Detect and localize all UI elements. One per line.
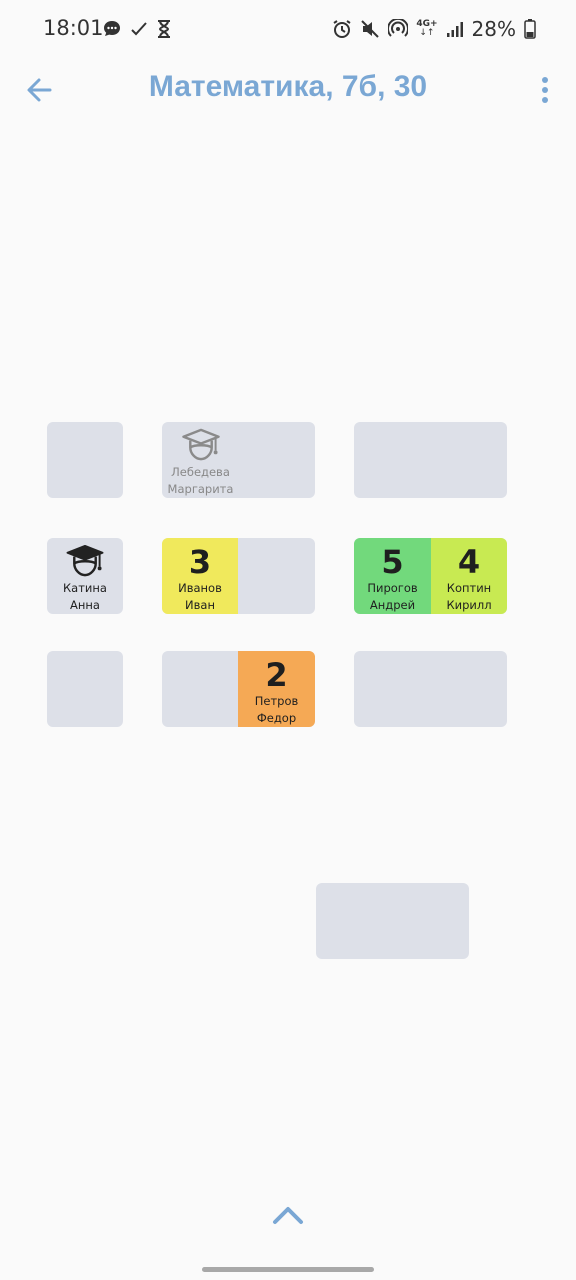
hourglass-icon	[156, 19, 172, 39]
desk-r3-c1[interactable]	[47, 651, 123, 727]
more-vert-icon	[542, 77, 548, 103]
check-icon	[130, 20, 148, 38]
student-surname: Петров	[254, 694, 299, 708]
desk-r2-c1[interactable]: Катина Анна	[47, 538, 123, 614]
seat-petrov[interactable]: 2 Петров Федор	[238, 651, 315, 727]
student-surname: Коптин	[446, 581, 492, 595]
chevron-up-icon	[273, 1207, 303, 1224]
student-first-name: Андрей	[369, 598, 416, 612]
expand-button[interactable]	[270, 1198, 306, 1228]
more-options-button[interactable]	[534, 72, 556, 108]
status-time: 18:01	[43, 16, 104, 40]
student-surname: Пирогов	[367, 581, 418, 595]
grade-value: 2	[265, 656, 288, 694]
seat-katina[interactable]: Катина Анна	[47, 538, 123, 614]
grade-value: 5	[381, 543, 404, 581]
student-first-name: Анна	[70, 598, 100, 612]
student-first-name: Иван	[185, 598, 215, 612]
hotspot-icon	[388, 19, 409, 39]
page-title: Математика, 7б, 30	[148, 70, 428, 103]
seat-ivanov[interactable]: 3 Иванов Иван	[162, 538, 238, 614]
app-bar: Математика, 7б, 30	[0, 60, 576, 118]
home-indicator[interactable]	[202, 1267, 374, 1272]
desk-r1-c1[interactable]	[47, 422, 123, 498]
desk-r2-c3[interactable]: 5 Пирогов Андрей 4 Коптин Кирилл	[354, 538, 507, 614]
student-first-name: Маргарита	[167, 482, 234, 496]
student-first-name: Федор	[256, 711, 297, 725]
student-first-name: Кирилл	[446, 598, 492, 612]
grade-value: 3	[188, 543, 212, 581]
graduation-cap-icon	[181, 428, 220, 461]
seat-koptin[interactable]: 4 Коптин Кирилл	[431, 538, 507, 614]
status-bar: 18:01 4G+ ↓↑ 28%	[0, 0, 576, 58]
student-surname: Катина	[63, 581, 107, 595]
teacher-desk[interactable]	[316, 883, 469, 959]
message-icon	[102, 19, 122, 39]
mute-icon	[360, 19, 380, 39]
battery-percent: 28%	[471, 17, 516, 41]
seat-pirogov[interactable]: 5 Пирогов Андрей	[354, 538, 431, 614]
student-surname: Иванов	[178, 581, 222, 595]
desk-r1-c2[interactable]: Лебедева Маргарита	[162, 422, 315, 498]
alarm-icon	[332, 19, 352, 39]
desk-r2-c2[interactable]: 3 Иванов Иван	[162, 538, 315, 614]
student-surname: Лебедева	[171, 465, 230, 479]
desk-r1-c3[interactable]	[354, 422, 507, 498]
desk-r3-c2[interactable]: 2 Петров Федор	[162, 651, 315, 727]
grade-value: 4	[457, 543, 481, 581]
network-4g-icon: 4G+ ↓↑	[416, 19, 438, 38]
seat-lebedeva[interactable]: Лебедева Маргарита	[162, 422, 239, 498]
desk-r3-c3[interactable]	[354, 651, 507, 727]
battery-icon	[524, 19, 536, 39]
signal-icon	[446, 20, 464, 38]
graduation-cap-icon	[66, 544, 104, 577]
